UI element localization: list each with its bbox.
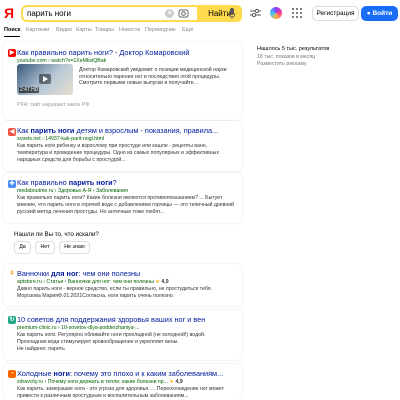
search-input[interactable] [25,7,175,20]
video-thumbnail[interactable]: 2:47 HD [17,64,73,95]
result-title[interactable]: Как правильно парить ноги? - Доктор Кома… [17,48,189,57]
search-result-card: ✚ Как правильно парить ноги? medaboutme.… [3,173,242,223]
title-pre: Ванночки [17,269,51,278]
result-title[interactable]: 10 советов для поддержания здоровья ваши… [17,315,205,324]
title-post: ? [112,178,117,187]
result-snippet-line: Прохладная вода стимулирует кровообращен… [17,339,179,345]
tab-translator[interactable]: Переводчик [145,27,175,33]
tab-maps[interactable]: Карты [76,27,92,33]
alice-assistant-icon[interactable] [270,7,282,19]
tab-search[interactable]: Поиск [4,27,21,33]
result-snippet-line: Как парить ноги ребенку и взрослому при … [17,143,208,149]
feedback-question: Нашли ли Вы то, что искали? [14,231,99,238]
clear-search-button[interactable]: × [165,9,174,18]
video-duration: 2:47 HD [19,87,40,93]
feedback-yes-button[interactable]: Да [14,241,31,254]
tab-images[interactable]: Картинки [26,27,49,33]
search-result-card: ǂ Ванночки для ног: чем они полезны apts… [3,264,242,306]
title-post: : почему это плохо и к каким заболевания… [69,369,224,378]
search-tabs: Поиск Картинки Видео Карты Товары Новост… [4,27,244,37]
result-snippet-line: Как парить, замерзшие ноги - это угроза … [17,386,224,392]
filters-icon[interactable] [250,8,261,18]
result-snippet-line: мнение, что парить ноги в горячей воде с… [17,202,235,208]
title-post: детям и взрослым - показания, правила... [74,126,219,135]
site-favicon-icon: ◀ [8,128,16,136]
login-button[interactable]: ● Войти [361,6,398,21]
tab-products[interactable]: Товары [95,27,114,33]
rkn-notice: РКН: сайт нарушает закон РФ [17,102,90,108]
youtube-favicon-icon: ▶ [8,49,16,57]
result-snippet-line: привести к различным простудным и воспал… [17,393,189,399]
title-bold: ноги [53,369,70,378]
search-box: × Найти [21,5,242,22]
feedback-dont-know-button[interactable]: Не знаю [59,241,90,254]
title-bold: парить ноги [30,126,75,135]
title-pre: Как правильно [17,178,69,187]
result-title[interactable]: Ванночки для ног: чем они полезны [17,269,140,278]
result-url[interactable]: zdravcity.ru › Почему ноги держать в теп… [17,379,183,385]
search-result-card: ▶ Как правильно парить ноги? - Доктор Ко… [3,42,242,120]
search-result-card: ◀ Как парить ноги детям и взрослым - пок… [3,121,242,171]
result-snippet-line: русский метод лечения простуды. Но антич… [17,209,165,215]
star-icon: ★ [155,279,160,285]
image-search-icon[interactable] [178,9,189,18]
url-text: zdravcity.ru › Почему ноги держать в теп… [17,379,168,385]
tab-more[interactable]: Ещё [182,27,193,33]
result-snippet-line: Не найдено: парить [17,346,65,352]
rating-value: 4,9 [161,279,169,285]
monthly-shows: 18 тыс. показов в месяц [257,54,316,60]
apps-grid-icon[interactable] [292,8,302,18]
title-post: : чем они полезны [78,269,141,278]
pharmacy-favicon-icon: ◔ [8,370,16,378]
results-count: Нашлось 5 тыс. результатов [257,46,330,52]
login-label: Войти [372,10,393,17]
pharmacy-favicon-icon: ǂ [8,270,16,278]
register-button[interactable]: Регистрация [312,6,359,21]
place-ad-link[interactable]: Разместить рекламу [257,61,307,67]
title-pre: Как [17,126,31,135]
title-bold: парить ноги [68,178,113,187]
result-url[interactable]: aptstore.ru › Статьи › Ванночки для ног:… [17,279,169,285]
result-snippet-line: температура и проведение процедуры. Одно… [17,150,219,156]
result-url[interactable]: medaboutme.ru › Здоровье А-Я › Заболеван… [17,188,128,194]
clinic-favicon-icon: ↻ [8,316,16,324]
star-icon: ★ [169,379,175,385]
result-snippet-line: Как парить ноги. Регулярно обливайте ног… [17,332,206,338]
result-snippet-line: Как правильно парить ноги? Какие болезни… [17,195,223,201]
tab-news[interactable]: Новости [119,27,140,33]
result-url[interactable]: sovets.net › 14937-kak-parit-nogi.html [17,136,104,142]
result-title[interactable]: Как парить ноги детям и взрослым - показ… [17,126,218,135]
microphone-icon[interactable] [228,8,236,19]
result-title[interactable]: Как правильно парить ноги? [17,178,117,187]
result-url[interactable]: premium-clinic.ru › 10-sovetov-dlya-podd… [17,325,140,331]
result-snippet-line: Давно парить ноги - верное средство, есл… [17,286,213,292]
title-bold: для ног [50,269,79,278]
header: Я × Найти Регистрация ● Войти [0,0,400,26]
active-tab-indicator [4,36,20,37]
play-icon [39,74,51,84]
result-snippet-line: Морозова МарияФ.01.2021Согласна, ноги па… [17,293,175,299]
result-snippet: Доктор Комаровский уведомит о позиции ме… [79,67,227,86]
url-text: aptstore.ru › Статьи › Ванночки для ног:… [17,279,154,285]
result-title[interactable]: Холодные ноги: почему это плохо и к каки… [17,369,223,378]
tab-video[interactable]: Видео [56,27,72,33]
result-snippet-line: народных средств для борьбы с простудой.… [17,157,126,163]
yandex-logo[interactable]: Я [4,6,16,20]
search-result-card: ◔ Холодные ноги: почему это плохо и к ка… [3,364,242,400]
search-result-card: ↻ 10 советов для поддержания здоровья ва… [3,310,242,360]
title-pre: Холодные [17,369,54,378]
feedback-no-button[interactable]: Нет [35,241,55,254]
site-favicon-icon: ✚ [8,180,16,188]
rating-value: 4,9 [175,379,183,385]
